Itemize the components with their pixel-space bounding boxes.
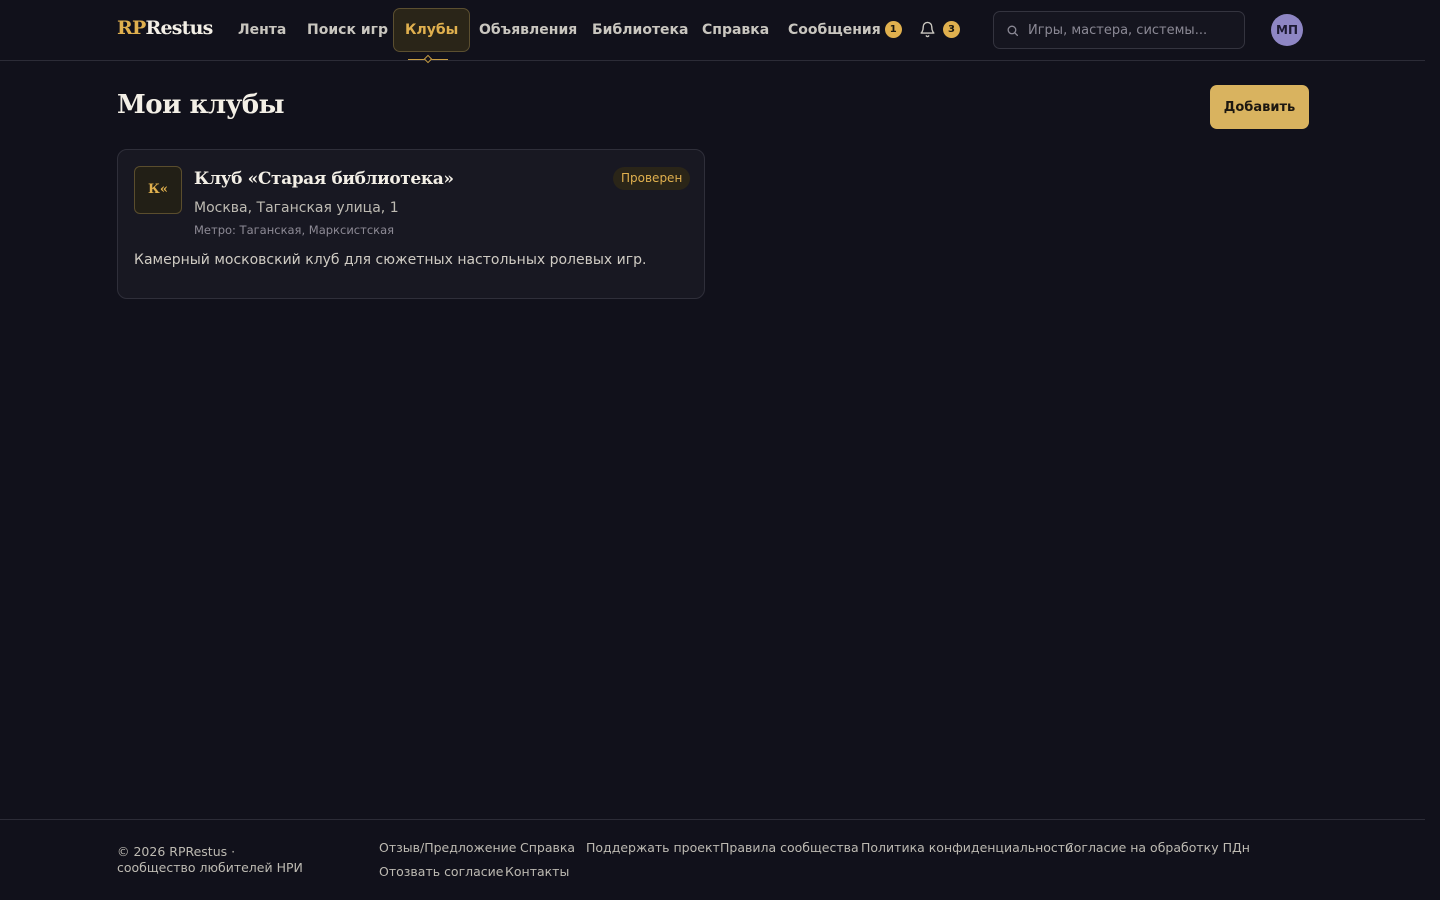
footer-link-support[interactable]: Поддержать проект bbox=[586, 840, 720, 855]
nav-item-library[interactable]: Библиотека bbox=[592, 9, 689, 51]
bell-icon bbox=[920, 21, 935, 38]
footer-link-privacy[interactable]: Политика конфиденциальности bbox=[861, 840, 1073, 855]
search-box bbox=[993, 11, 1245, 49]
nav-item-messages-label: Сообщения bbox=[788, 22, 881, 38]
club-description: Камерный московский клуб для сюжетных на… bbox=[134, 252, 647, 268]
nav-item-messages[interactable]: Сообщения 1 bbox=[788, 9, 902, 51]
notifications-count-badge: 3 bbox=[943, 21, 960, 38]
nav-item-game-search[interactable]: Поиск игр bbox=[307, 9, 388, 51]
nav-item-help[interactable]: Справка bbox=[702, 9, 769, 51]
nav-item-feed[interactable]: Лента bbox=[238, 9, 286, 51]
active-nav-indicator bbox=[408, 54, 448, 64]
footer-link-consent[interactable]: Согласие на обработку ПДн bbox=[1065, 840, 1250, 855]
search-icon bbox=[1007, 25, 1019, 37]
footer-link-revoke-consent[interactable]: Отозвать согласие bbox=[379, 864, 504, 879]
notifications-button[interactable]: 3 bbox=[919, 20, 963, 40]
footer-link-feedback[interactable]: Отзыв/Предложение bbox=[379, 840, 516, 855]
site-logo[interactable]: RPRestus bbox=[117, 17, 213, 39]
footer-link-rules[interactable]: Правила сообщества bbox=[720, 840, 859, 855]
logo-accent: RP bbox=[117, 17, 146, 39]
nav-item-clubs[interactable]: Клубы bbox=[393, 8, 471, 52]
page-title: Мои клубы bbox=[117, 90, 285, 120]
club-card[interactable]: К« Клуб «Старая библиотека» Проверен Мос… bbox=[117, 149, 705, 299]
add-club-button[interactable]: Добавить bbox=[1210, 85, 1309, 129]
top-navbar: RPRestus Лента Поиск игр Клубы Объявлени… bbox=[0, 0, 1425, 64]
verified-status-badge: Проверен bbox=[613, 167, 691, 190]
footer-link-contacts[interactable]: Контакты bbox=[505, 864, 569, 879]
footer: © 2026 RPRestus · сообщество любителей Н… bbox=[0, 819, 1425, 900]
logo-text: Restus bbox=[145, 17, 213, 39]
nav-item-announcements[interactable]: Объявления bbox=[479, 9, 577, 51]
search-input[interactable] bbox=[1028, 12, 1238, 48]
club-logo: К« bbox=[134, 166, 182, 214]
club-name[interactable]: Клуб «Старая библиотека» bbox=[194, 169, 454, 189]
club-address: Москва, Таганская улица, 1 bbox=[194, 200, 399, 216]
messages-count-badge: 1 bbox=[884, 20, 902, 38]
footer-copyright: © 2026 RPRestus · сообщество любителей Н… bbox=[117, 844, 303, 875]
club-metro: Метро: Таганская, Марксистская bbox=[194, 223, 395, 237]
footer-link-help[interactable]: Справка bbox=[520, 840, 575, 855]
user-avatar[interactable]: МП bbox=[1271, 14, 1303, 46]
